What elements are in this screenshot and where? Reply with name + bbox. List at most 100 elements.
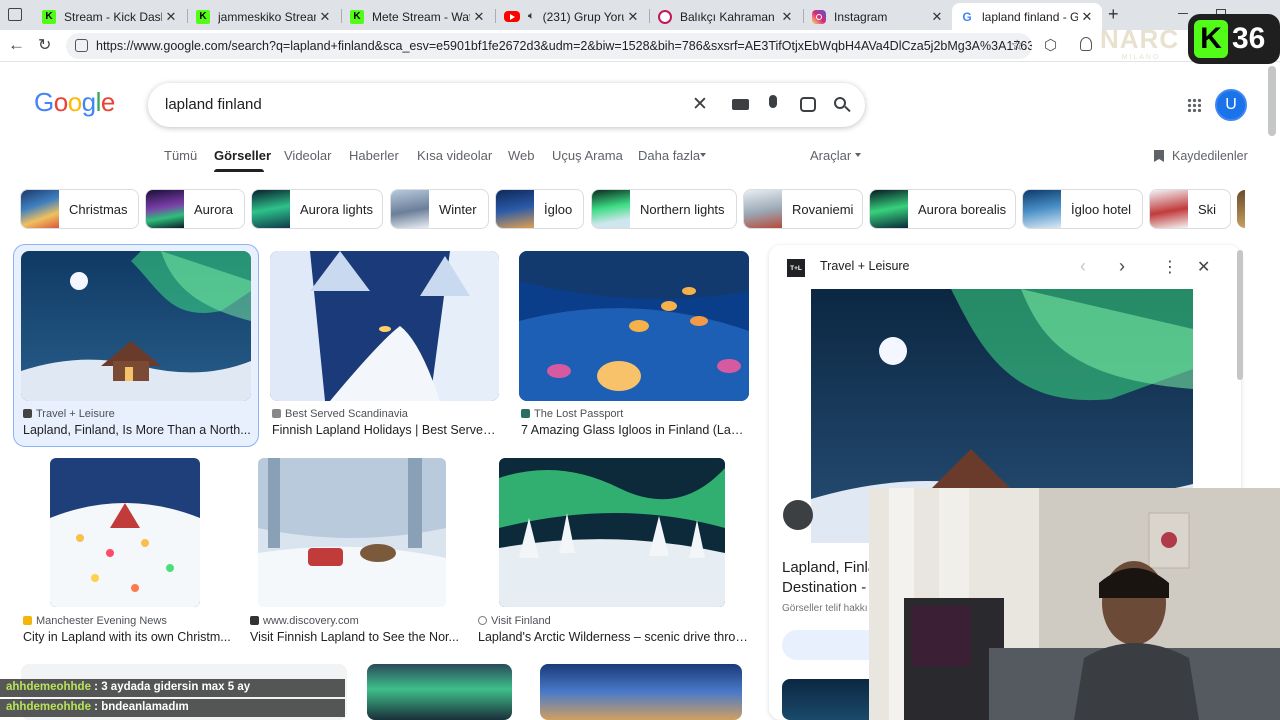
result-image[interactable] xyxy=(499,458,725,607)
minimize-icon[interactable] xyxy=(1178,13,1188,14)
kick-icon: K xyxy=(196,9,210,24)
close-tab-icon[interactable]: ✕ xyxy=(1078,9,1096,25)
panel-title-line: Destination - xyxy=(782,579,867,596)
page-scrollbar[interactable] xyxy=(1268,66,1276,136)
browser-tab-mete-stream[interactable]: K Mete Stream - Watch L ✕ xyxy=(342,3,494,30)
more-options-icon[interactable]: ⋮ xyxy=(1162,257,1178,277)
browser-tab-jammeskiko[interactable]: K jammeskiko Stream - V ✕ xyxy=(188,3,340,30)
chip-aurora-borealis[interactable]: Aurora borealis xyxy=(869,189,1016,229)
chip-aurora[interactable]: Aurora xyxy=(145,189,245,229)
result-title[interactable]: Visit Finnish Lapland to See the Nor... xyxy=(250,630,460,644)
browser-tab-grup-yorum[interactable]: 🔈︎ (231) Grup Yorum ✕ xyxy=(496,3,648,30)
close-tab-icon[interactable]: ✕ xyxy=(624,9,642,25)
chip-label: Aurora borealis xyxy=(918,201,1007,217)
image-result[interactable]: Manchester Evening News City in Lapland … xyxy=(21,458,231,648)
result-title[interactable]: Lapland, Finland, Is More Than a North..… xyxy=(23,423,251,437)
apps-grid-icon[interactable] xyxy=(1187,98,1201,112)
result-title[interactable]: Lapland's Arctic Wilderness – scenic dri… xyxy=(478,630,748,644)
address-bar[interactable]: https://www.google.com/search?q=lapland+… xyxy=(66,33,1032,59)
new-tab-icon[interactable]: + xyxy=(1108,4,1119,25)
extensions-icon[interactable]: ⬡ xyxy=(1044,36,1057,54)
result-image[interactable] xyxy=(258,458,446,607)
kick-channel-badge: K 36 xyxy=(1188,14,1280,64)
image-result[interactable]: Travel + Leisure Lapland, Finland, Is Mo… xyxy=(21,251,251,441)
image-result[interactable] xyxy=(367,664,512,720)
chip-northern-lights[interactable]: Northern lights xyxy=(591,189,737,229)
tab-images[interactable]: Görseller xyxy=(214,148,271,163)
image-result[interactable] xyxy=(540,664,742,720)
search-query-text[interactable]: lapland finland xyxy=(165,96,262,113)
browser-tab-kick-dashboard[interactable]: K Stream - Kick Dashboa ✕ xyxy=(34,3,186,30)
result-title[interactable]: Finnish Lapland Holidays | Best Served .… xyxy=(272,423,500,437)
chip-winter[interactable]: Winter xyxy=(390,189,489,229)
result-image[interactable] xyxy=(270,251,499,401)
browser-tab-google-search[interactable]: G lapland finland - Goog ✕ xyxy=(952,3,1102,30)
tab-title: Balıkçı Kahraman – İsta xyxy=(680,9,778,24)
next-arrow-icon[interactable]: › xyxy=(1119,256,1125,277)
lens-icon[interactable] xyxy=(800,97,816,112)
tab-web[interactable]: Web xyxy=(508,148,535,163)
tab-news[interactable]: Haberler xyxy=(349,148,399,163)
tab-videos[interactable]: Videolar xyxy=(284,148,331,163)
search-box[interactable]: lapland finland ✕ xyxy=(148,83,865,127)
clear-search-icon[interactable]: ✕ xyxy=(692,93,708,116)
tab-flights[interactable]: Uçuş Arama xyxy=(552,148,623,163)
chip-igloo[interactable]: İgloo xyxy=(495,189,584,229)
chip-rovaniemi[interactable]: Rovaniemi xyxy=(743,189,863,229)
image-result[interactable]: Best Served Scandinavia Finnish Lapland … xyxy=(270,251,500,441)
site-info-icon[interactable] xyxy=(75,39,88,52)
panel-source-name[interactable]: Travel + Leisure xyxy=(820,259,910,273)
speaker-icon[interactable]: 🔈︎ xyxy=(528,10,535,23)
image-result[interactable]: The Lost Passport 7 Amazing Glass Igloos… xyxy=(519,251,749,441)
previous-arrow-icon[interactable]: ‹ xyxy=(1080,256,1086,277)
chip-aurora-lights[interactable]: Aurora lights xyxy=(251,189,383,229)
snowy-forest-road-image xyxy=(270,251,499,401)
keyboard-icon[interactable] xyxy=(732,99,749,110)
close-tab-icon[interactable]: ✕ xyxy=(316,9,334,25)
panel-scrollbar[interactable] xyxy=(1237,250,1243,380)
chip-igloo-hotel[interactable]: İgloo hotel xyxy=(1022,189,1143,229)
tab-more[interactable]: Daha fazla xyxy=(638,148,700,163)
close-tab-icon[interactable]: ✕ xyxy=(470,9,488,25)
close-tab-icon[interactable]: ✕ xyxy=(928,9,946,25)
saved-link[interactable]: Kaydedilenler xyxy=(1172,149,1248,163)
result-image[interactable] xyxy=(519,251,749,401)
browser-tab-instagram[interactable]: Instagram ✕ xyxy=(804,3,952,30)
avatar[interactable]: U xyxy=(1215,89,1247,121)
image-result[interactable]: www.discovery.com Visit Finnish Lapland … xyxy=(248,458,460,648)
chip-thumbnail xyxy=(744,190,782,228)
lens-search-button[interactable] xyxy=(783,500,813,530)
close-tab-icon[interactable]: ✕ xyxy=(778,9,796,25)
close-tab-icon[interactable]: ✕ xyxy=(162,9,180,25)
chip-ski[interactable]: Ski xyxy=(1149,189,1231,229)
aurora-forest-image xyxy=(499,458,725,607)
bookmark-icon xyxy=(1154,150,1164,162)
tab-all[interactable]: Tümü xyxy=(164,148,197,163)
chip-thumbnail xyxy=(21,190,59,228)
brand-subtext: MILANO xyxy=(1121,54,1161,61)
back-arrow-icon[interactable]: ← xyxy=(8,35,25,55)
bookmark-star-icon[interactable]: ☆ xyxy=(1011,36,1024,54)
google-logo[interactable]: Google xyxy=(34,87,115,118)
result-title[interactable]: 7 Amazing Glass Igloos in Finland (Lapl.… xyxy=(521,423,749,437)
browser-tab-balikci-kahraman[interactable]: Balıkçı Kahraman – İsta ✕ xyxy=(650,3,802,30)
image-result[interactable]: Visit Finland Lapland's Arctic Wildernes… xyxy=(476,458,750,648)
chip-christmas[interactable]: Christmas xyxy=(20,189,139,229)
result-title[interactable]: City in Lapland with its own Christm... xyxy=(23,630,233,644)
result-image[interactable] xyxy=(21,251,251,401)
chip-thumbnail xyxy=(1150,190,1188,228)
tab-list-icon[interactable] xyxy=(8,8,22,21)
result-source: Manchester Evening News xyxy=(23,615,167,627)
browser-toolbar: ← ↻ https://www.google.com/search?q=lapl… xyxy=(0,30,1280,62)
profile-sync-icon[interactable] xyxy=(1080,37,1092,51)
close-icon[interactable]: ✕ xyxy=(1197,257,1210,277)
kick-number: 36 xyxy=(1232,22,1266,55)
tools-button[interactable]: Araçlar xyxy=(810,148,851,163)
voice-search-icon[interactable] xyxy=(769,95,777,108)
kick-icon: K xyxy=(350,9,364,24)
chat-username: ahhdemeohhde xyxy=(6,701,91,713)
result-image[interactable] xyxy=(50,458,200,607)
panel-title[interactable]: Lapland, Finla Destination - xyxy=(782,558,876,598)
reload-icon[interactable]: ↻ xyxy=(38,35,51,55)
tab-short-videos[interactable]: Kısa videolar xyxy=(417,148,492,163)
